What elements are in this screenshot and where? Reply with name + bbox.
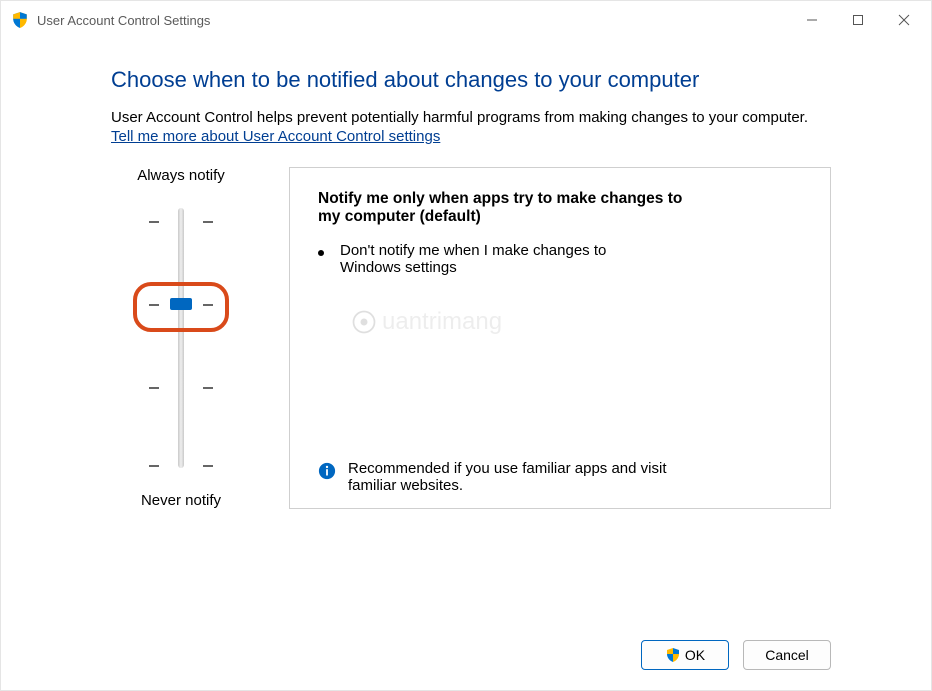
close-button[interactable] bbox=[881, 4, 927, 36]
notification-panel: Notify me only when apps try to make cha… bbox=[289, 167, 831, 509]
watermark: uantrimang bbox=[350, 308, 502, 336]
maximize-button[interactable] bbox=[835, 4, 881, 36]
panel-recommendation: Recommended if you use familiar apps and… bbox=[318, 440, 802, 494]
panel-bullet: Don't notify me when I make changes to W… bbox=[318, 242, 802, 276]
panel-title: Notify me only when apps try to make cha… bbox=[318, 190, 698, 226]
page-heading: Choose when to be notified about changes… bbox=[111, 67, 831, 93]
slider-track[interactable] bbox=[141, 198, 221, 478]
slider-thumb[interactable] bbox=[170, 298, 192, 310]
uac-shield-icon bbox=[11, 11, 29, 29]
window-title: User Account Control Settings bbox=[37, 13, 789, 28]
bullet-dot-icon bbox=[318, 250, 324, 256]
slider-top-label: Always notify bbox=[137, 167, 225, 184]
cancel-button[interactable]: Cancel bbox=[743, 640, 831, 670]
content-area: Choose when to be notified about changes… bbox=[1, 39, 931, 509]
learn-more-link[interactable]: Tell me more about User Account Control … bbox=[111, 128, 440, 145]
slider-bottom-label: Never notify bbox=[141, 492, 221, 509]
cancel-button-label: Cancel bbox=[765, 647, 809, 663]
title-bar: User Account Control Settings bbox=[1, 1, 931, 39]
ok-button-label: OK bbox=[685, 647, 705, 663]
minimize-button[interactable] bbox=[789, 4, 835, 36]
dialog-buttons: OK Cancel bbox=[641, 640, 831, 670]
ok-button[interactable]: OK bbox=[641, 640, 729, 670]
window-controls bbox=[789, 4, 927, 36]
panel-bullet-text: Don't notify me when I make changes to W… bbox=[340, 242, 660, 276]
info-icon bbox=[318, 462, 336, 480]
notification-slider: Always notify Never notify bbox=[111, 167, 251, 509]
panel-recommendation-text: Recommended if you use familiar apps and… bbox=[348, 460, 668, 494]
uac-shield-icon bbox=[665, 647, 681, 663]
intro-text: User Account Control helps prevent poten… bbox=[111, 109, 831, 126]
